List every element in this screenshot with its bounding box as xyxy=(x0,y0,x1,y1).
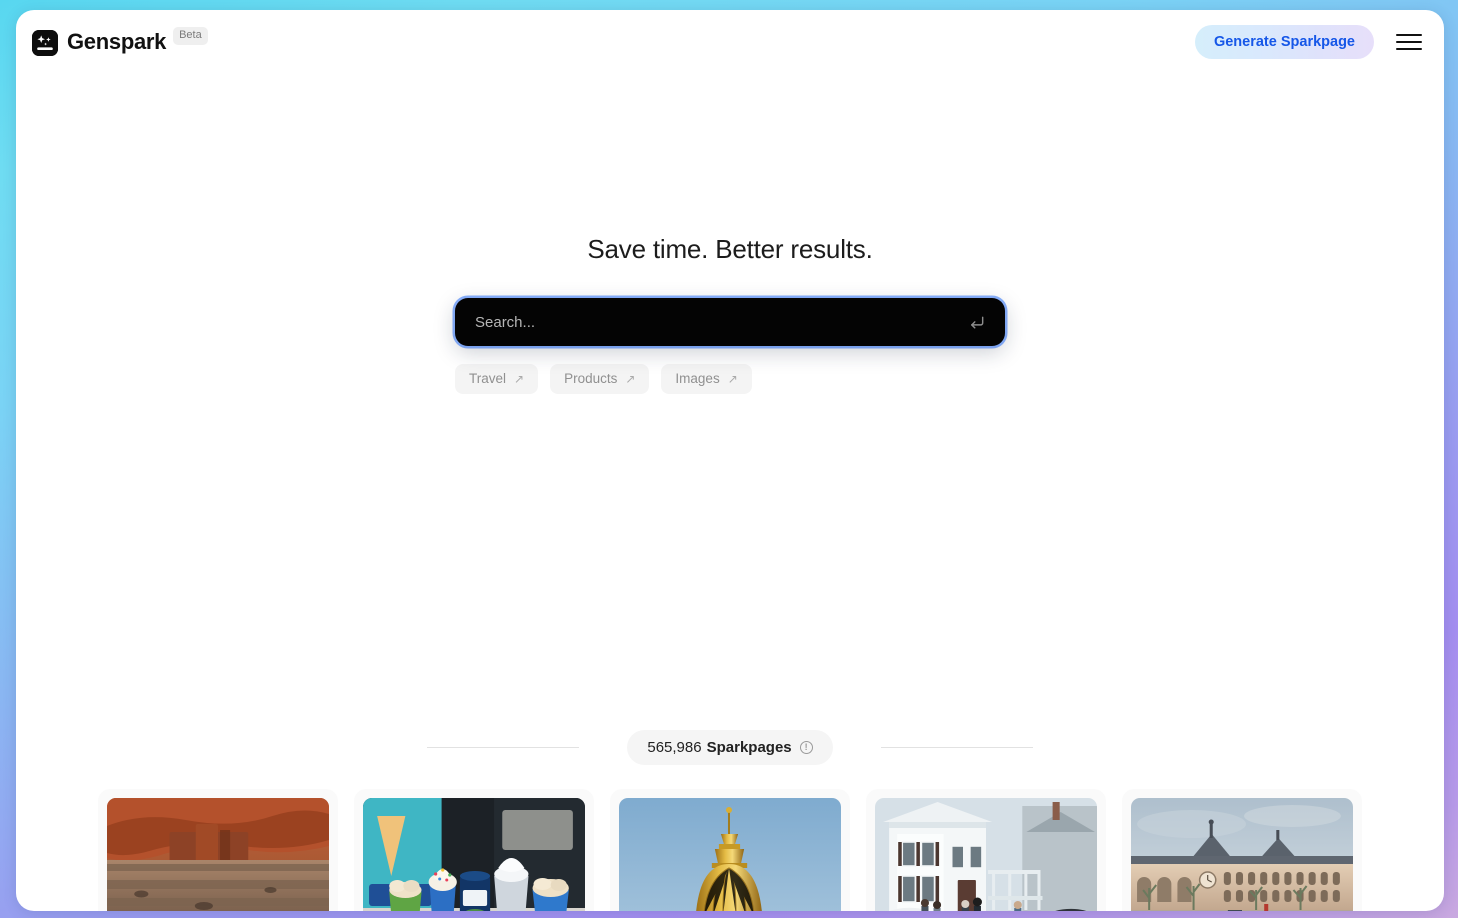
sparkle-card-icon xyxy=(32,30,58,56)
sparkpages-label: Sparkpages xyxy=(706,739,792,756)
chip-label: Images xyxy=(675,371,720,386)
generate-sparkpage-button[interactable]: Generate Sparkpage xyxy=(1194,25,1374,59)
top-bar: Genspark Beta Generate Sparkpage xyxy=(16,10,1444,74)
arrow-up-right-icon: ↗ xyxy=(727,372,738,386)
menu-line xyxy=(1396,34,1422,36)
chip-label: Travel xyxy=(469,371,507,386)
sparkpage-card-victorian-house-street[interactable] xyxy=(866,789,1106,911)
hero-section: Save time. Better results. Travel ↗ Prod… xyxy=(16,74,1444,394)
card-thumbnail xyxy=(619,798,841,911)
enter-return-icon[interactable] xyxy=(961,307,991,337)
card-thumbnail xyxy=(363,798,585,911)
app-window: Genspark Beta Generate Sparkpage Save ti… xyxy=(16,10,1444,911)
card-thumbnail xyxy=(107,798,329,911)
sparkpage-card-cliff-dwelling-ruins[interactable] xyxy=(98,789,338,911)
sparkpage-cards-row xyxy=(16,789,1444,911)
category-chips: Travel ↗ Products ↗ Images ↗ xyxy=(455,364,1005,394)
hamburger-menu-icon[interactable] xyxy=(1396,32,1422,52)
sparkpages-counter: 565,986 Sparkpages ! xyxy=(16,730,1444,765)
search-area xyxy=(455,298,1005,346)
search-input[interactable] xyxy=(475,298,961,346)
divider-left xyxy=(427,747,580,748)
brand-name: Genspark xyxy=(67,29,167,54)
menu-line xyxy=(1396,48,1422,50)
sparkpages-count: 565,986 xyxy=(647,739,702,756)
chip-images[interactable]: Images ↗ xyxy=(661,364,752,394)
sparkpage-card-ice-cream-shop[interactable] xyxy=(354,789,594,911)
search-bar[interactable] xyxy=(455,298,1005,346)
sparkpage-card-musee-dorsay-paris[interactable] xyxy=(1122,789,1362,911)
header-actions: Generate Sparkpage xyxy=(1194,25,1430,59)
divider-right xyxy=(880,747,1033,748)
chip-products[interactable]: Products ↗ xyxy=(550,364,650,394)
chip-label: Products xyxy=(564,371,618,386)
chip-travel[interactable]: Travel ↗ xyxy=(455,364,539,394)
card-thumbnail xyxy=(1131,798,1353,911)
info-circle-icon[interactable]: ! xyxy=(799,741,813,754)
sparkpages-pill[interactable]: 565,986 Sparkpages ! xyxy=(627,730,833,765)
menu-line xyxy=(1396,41,1422,43)
arrow-up-right-icon: ↗ xyxy=(514,372,525,386)
beta-badge: Beta xyxy=(173,27,208,45)
sparkpage-card-capitol-gold-dome[interactable] xyxy=(610,789,850,911)
card-thumbnail xyxy=(875,798,1097,911)
brand-logo[interactable]: Genspark Beta xyxy=(30,27,208,57)
arrow-up-right-icon: ↗ xyxy=(625,372,636,386)
page-title: Save time. Better results. xyxy=(587,234,873,264)
